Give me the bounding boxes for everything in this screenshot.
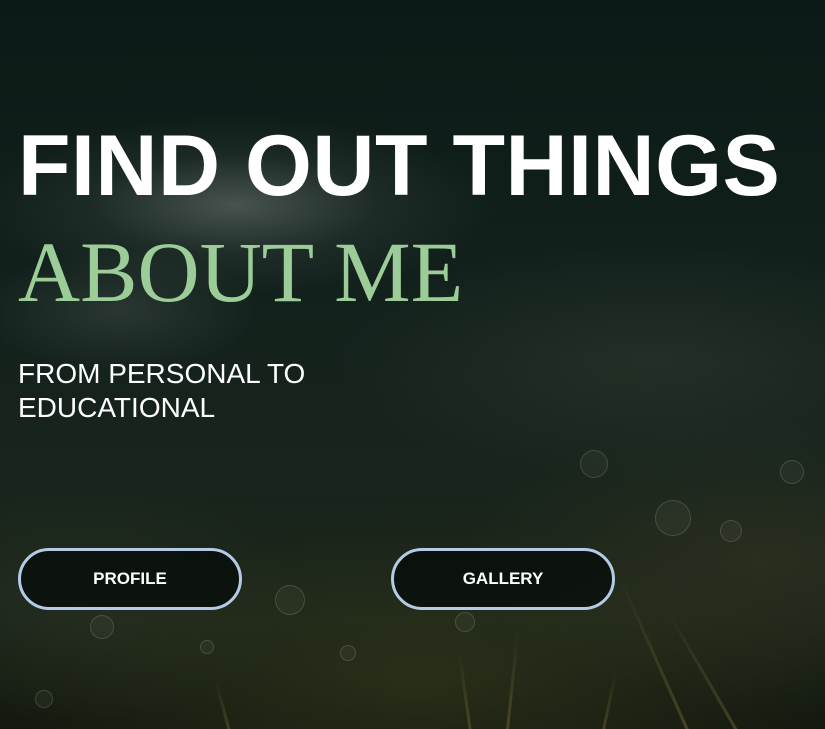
bokeh-decoration bbox=[655, 500, 691, 536]
bokeh-decoration bbox=[580, 450, 608, 478]
grass-blade-decoration bbox=[616, 573, 693, 729]
gallery-button[interactable]: GALLERY bbox=[391, 548, 615, 610]
grass-blade-decoration bbox=[505, 629, 520, 729]
hero-section: FIND OUT THINGS ABOUT ME FROM PERSONAL T… bbox=[0, 0, 825, 729]
bokeh-decoration bbox=[275, 585, 305, 615]
hero-subtitle: FROM PERSONAL TO EDUCATIONAL bbox=[18, 358, 306, 423]
hero-headline-accent: ABOUT ME bbox=[18, 224, 464, 320]
bokeh-decoration bbox=[455, 612, 475, 632]
grass-blade-decoration bbox=[457, 649, 473, 729]
bokeh-decoration bbox=[720, 520, 742, 542]
bokeh-decoration bbox=[340, 645, 356, 661]
grass-blade-decoration bbox=[214, 680, 233, 729]
bokeh-decoration bbox=[90, 615, 114, 639]
profile-button[interactable]: PROFILE bbox=[18, 548, 242, 610]
bokeh-decoration bbox=[35, 690, 53, 708]
grass-blade-decoration bbox=[600, 670, 618, 729]
hero-headline: FIND OUT THINGS bbox=[18, 118, 781, 214]
bokeh-decoration bbox=[200, 640, 214, 654]
bokeh-decoration bbox=[780, 460, 804, 484]
